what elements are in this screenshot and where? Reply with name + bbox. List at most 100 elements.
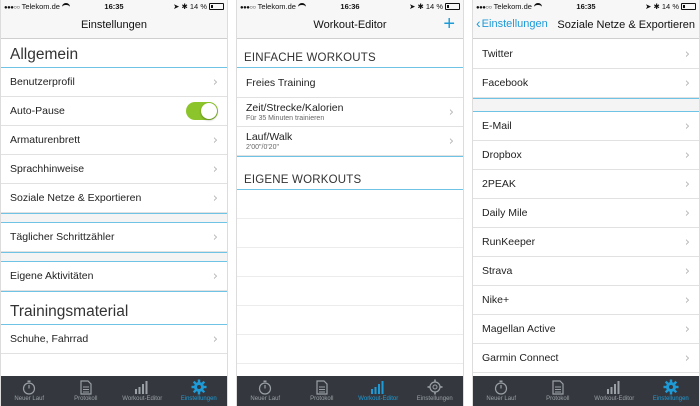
tab-neuer-lauf[interactable]: Neuer Lauf: [237, 376, 294, 406]
chevron-right-icon: ›: [212, 74, 218, 90]
settings-row-armaturenbrett[interactable]: Armaturenbrett ›: [1, 126, 227, 155]
document-icon: [316, 379, 328, 395]
toggle-knob: [201, 103, 217, 119]
tab-neuer-lauf[interactable]: Neuer Lauf: [473, 376, 530, 406]
tab-workout-editor[interactable]: Workout-Editor: [350, 376, 407, 406]
stopwatch-icon: [258, 379, 272, 395]
bar-chart-icon: [370, 379, 386, 395]
export-row-daily-mile[interactable]: Daily Mile ›: [473, 199, 699, 228]
gear-icon: [427, 379, 443, 395]
tab-workout-editor[interactable]: Workout-Editor: [586, 376, 643, 406]
export-row-dropbox[interactable]: Dropbox ›: [473, 141, 699, 170]
section-divider: [1, 213, 227, 223]
chevron-right-icon: ›: [684, 147, 690, 163]
stopwatch-icon: [22, 379, 36, 395]
export-row-nike-plus[interactable]: Nike+ ›: [473, 286, 699, 315]
bluetooth-icon: ✱: [653, 2, 660, 11]
tab-einstellungen[interactable]: Einstellungen: [407, 376, 464, 406]
nav-bar: Einstellungen: [1, 13, 227, 39]
tab-bar: Neuer Lauf Protokoll Workout-Editor Eins…: [473, 376, 699, 406]
settings-row-soziale-netze[interactable]: Soziale Netze & Exportieren ›: [1, 184, 227, 213]
empty-row: [237, 248, 463, 277]
chevron-right-icon: ›: [212, 229, 218, 245]
auto-pause-toggle[interactable]: [186, 102, 218, 120]
export-row-facebook[interactable]: Facebook ›: [473, 69, 699, 98]
nav-title: Einstellungen: [80, 19, 148, 31]
back-button[interactable]: ‹Einstellungen: [476, 15, 548, 31]
export-row-runkeeper[interactable]: RunKeeper ›: [473, 228, 699, 257]
section-divider: [1, 252, 227, 262]
tab-protokoll[interactable]: Protokoll: [530, 376, 587, 406]
section-header-trainingsmaterial: Trainingsmaterial: [1, 291, 227, 325]
chevron-right-icon: ›: [212, 161, 218, 177]
chevron-right-icon: ›: [684, 205, 690, 221]
tab-bar: Neuer Lauf Protokoll Workout-Editor Eins…: [1, 376, 227, 406]
battery-percent: 14 %: [425, 2, 443, 11]
settings-row-schuhe-fahrrad[interactable]: Schuhe, Fahrrad ›: [1, 325, 227, 354]
location-icon: ➤: [645, 2, 652, 11]
settings-list: Allgemein Benutzerprofil › Auto-Pause Arm…: [1, 40, 227, 376]
settings-row-sprachhinweise[interactable]: Sprachhinweise ›: [1, 155, 227, 184]
section-divider: [473, 98, 699, 112]
chevron-right-icon: ›: [212, 331, 218, 347]
tab-protokoll[interactable]: Protokoll: [294, 376, 351, 406]
chevron-right-icon: ›: [684, 350, 690, 366]
tab-einstellungen[interactable]: Einstellungen: [643, 376, 700, 406]
chevron-right-icon: ›: [448, 134, 454, 149]
empty-row: [237, 306, 463, 335]
export-row-garmin-connect[interactable]: Garmin Connect ›: [473, 344, 699, 373]
battery-percent: 14 %: [661, 2, 679, 11]
bar-chart-icon: [606, 379, 622, 395]
document-icon: [80, 379, 92, 395]
bluetooth-icon: ✱: [181, 2, 188, 11]
chevron-left-icon: ‹: [476, 15, 481, 31]
workout-editor-screen: ●●●○○ Telekom.de 16:36 ➤ ✱ 14 % Workout-…: [236, 0, 464, 406]
stopwatch-icon: [494, 379, 508, 395]
settings-row-benutzerprofil[interactable]: Benutzerprofil ›: [1, 68, 227, 97]
settings-screen: ●●●○○ Telekom.de 16:35 ➤ ✱ 14 % Einstell…: [0, 0, 228, 406]
chevron-right-icon: ›: [684, 46, 690, 62]
bar-chart-icon: [134, 379, 150, 395]
gear-icon: [191, 379, 207, 395]
settings-row-auto-pause: Auto-Pause: [1, 97, 227, 126]
empty-row: [237, 277, 463, 306]
tab-workout-editor[interactable]: Workout-Editor: [114, 376, 171, 406]
empty-row: [237, 219, 463, 248]
tab-einstellungen[interactable]: Einstellungen: [171, 376, 228, 406]
workout-row-lauf-walk[interactable]: Lauf/Walk 2'00"/0'20" ›: [237, 127, 463, 156]
workout-list: EINFACHE WORKOUTS Freies Training Zeit/S…: [237, 40, 463, 376]
add-workout-button[interactable]: +: [443, 14, 455, 34]
section-header-allgemein: Allgemein: [1, 40, 227, 68]
export-list: Twitter › Facebook › E-Mail › Dropbox › 2PEA…: [473, 40, 699, 376]
section-header-eigene-workouts: EIGENE WORKOUTS: [237, 156, 463, 190]
chevron-right-icon: ›: [684, 75, 690, 91]
chevron-right-icon: ›: [684, 321, 690, 337]
workout-row-zeit-strecke[interactable]: Zeit/Strecke/Kalorien Für 35 Minuten tra…: [237, 98, 463, 127]
location-icon: ➤: [409, 2, 416, 11]
gear-icon: [663, 379, 679, 395]
settings-row-eigene-aktivitaeten[interactable]: Eigene Aktivitäten ›: [1, 262, 227, 291]
export-row-email[interactable]: E-Mail ›: [473, 112, 699, 141]
empty-row: [237, 190, 463, 219]
nav-title: Soziale Netze & Exportieren: [557, 19, 695, 31]
chevron-right-icon: ›: [684, 118, 690, 134]
battery-percent: 14 %: [189, 2, 207, 11]
tab-bar: Neuer Lauf Protokoll Workout-Editor Eins…: [237, 376, 463, 406]
section-header-einfache-workouts: EINFACHE WORKOUTS: [237, 40, 463, 68]
export-row-2peak[interactable]: 2PEAK ›: [473, 170, 699, 199]
workout-row-freies-training[interactable]: Freies Training: [237, 68, 463, 98]
nav-title: Workout-Editor: [313, 19, 387, 31]
chevron-right-icon: ›: [212, 268, 218, 284]
nav-bar: ‹Einstellungen Soziale Netze & Exportier…: [473, 13, 699, 39]
status-bar: ●●●○○ Telekom.de 16:36 ➤ ✱ 14 %: [237, 0, 463, 13]
chevron-right-icon: ›: [212, 132, 218, 148]
tab-protokoll[interactable]: Protokoll: [58, 376, 115, 406]
chevron-right-icon: ›: [684, 176, 690, 192]
export-row-twitter[interactable]: Twitter ›: [473, 40, 699, 69]
export-row-strava[interactable]: Strava ›: [473, 257, 699, 286]
export-row-magellan-active[interactable]: Magellan Active ›: [473, 315, 699, 344]
battery-icon: [209, 3, 224, 10]
tab-neuer-lauf[interactable]: Neuer Lauf: [1, 376, 58, 406]
battery-icon: [681, 3, 696, 10]
settings-row-schrittzaehler[interactable]: Täglicher Schrittzähler ›: [1, 223, 227, 252]
